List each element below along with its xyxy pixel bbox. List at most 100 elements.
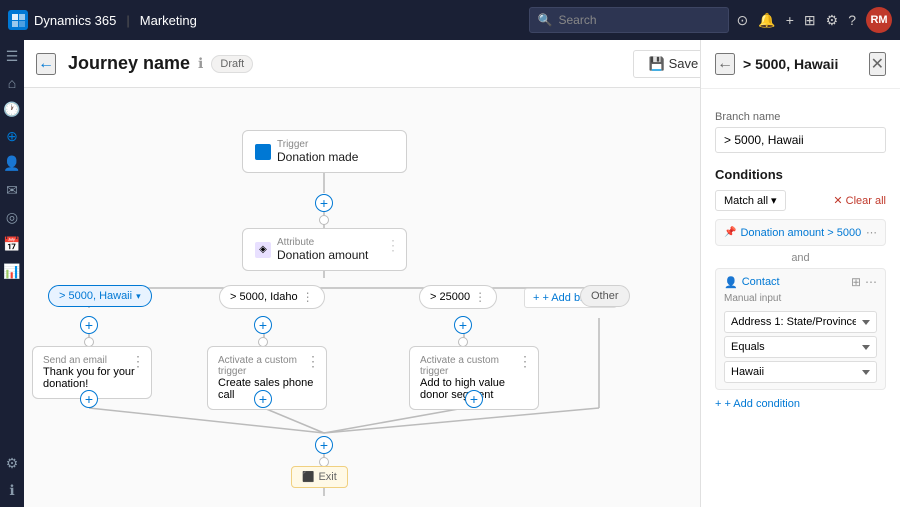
add-after-trigger[interactable]: + xyxy=(315,194,333,212)
trigger-label: Trigger xyxy=(277,139,358,150)
add-below-email[interactable]: + xyxy=(80,390,98,408)
avatar[interactable]: RM xyxy=(866,7,892,33)
info-circle-icon: ℹ xyxy=(198,55,203,72)
status-badge: Draft xyxy=(211,55,253,73)
contacts-icon[interactable]: 👤 xyxy=(3,155,20,172)
sub-cond-grid-icon[interactable]: ⊞ xyxy=(851,275,861,289)
exit-icon: ⬛ xyxy=(302,472,314,483)
branch-other[interactable]: Other xyxy=(580,285,630,307)
conditions-title: Conditions xyxy=(715,167,886,182)
action-email-more[interactable]: ⋮ xyxy=(131,353,145,370)
add-converge[interactable]: + xyxy=(315,436,333,454)
branch-idaho-more[interactable]: ⋮ xyxy=(302,290,314,304)
recent-icon[interactable]: 🕐 xyxy=(3,101,20,118)
top-nav: Dynamics 365 | Marketing 🔍 Search ⊙ 🔔 + … xyxy=(0,0,900,40)
condition-1-more[interactable]: ⋯ xyxy=(866,226,877,239)
page-title: Journey name xyxy=(68,53,190,74)
app-name: Dynamics 365 xyxy=(34,13,116,28)
action-segment-type: Activate a custom trigger xyxy=(420,355,528,377)
branch-25000[interactable]: > 25000 ⋮ xyxy=(419,285,497,309)
info-icon[interactable]: ℹ xyxy=(9,482,14,499)
settings2-icon[interactable]: ⚙ xyxy=(6,455,19,472)
trigger-title: Donation made xyxy=(277,150,358,164)
add-below-phone[interactable]: + xyxy=(254,390,272,408)
contact-icon: 👤 xyxy=(724,276,738,289)
branch-hawaii-label: > 5000, Hawaii xyxy=(59,290,132,302)
add-under-b3[interactable]: + xyxy=(454,316,472,334)
clear-icon: ✕ xyxy=(833,194,842,207)
conditions-header: Match all ▾ ✕ Clear all xyxy=(715,190,886,211)
nav-icons: ⊙ 🔔 + ⊞ ⚙ ? RM xyxy=(737,7,892,33)
add-under-b1[interactable]: + xyxy=(80,316,98,334)
branch-name-label: Branch name xyxy=(715,111,886,123)
email-icon[interactable]: ✉ xyxy=(6,182,18,199)
clear-all-button[interactable]: ✕ Clear all xyxy=(833,194,886,207)
sub-cond-title: 👤 Contact xyxy=(724,276,780,289)
plus-icon[interactable]: + xyxy=(786,12,794,28)
action-email-title: Thank you for your donation! xyxy=(43,366,141,390)
dynamics-icon xyxy=(8,10,28,30)
journey-icon[interactable]: ⊕ xyxy=(6,128,18,145)
attribute-more[interactable]: ⋮ xyxy=(386,237,400,254)
save-icon: 💾 xyxy=(648,56,664,72)
left-sidebar: ☰ ⌂ 🕐 ⊕ 👤 ✉ ◎ 📅 📊 ⚙ ℹ xyxy=(0,40,24,507)
branch-name-input[interactable] xyxy=(715,127,886,153)
action-email-type: Send an email xyxy=(43,355,141,366)
branch-hawaii[interactable]: > 5000, Hawaii ▾ xyxy=(48,285,152,307)
help-icon[interactable]: ? xyxy=(848,12,856,28)
search-bar[interactable]: 🔍 Search xyxy=(529,7,729,33)
manual-input-label: Manual input xyxy=(724,293,877,304)
search-placeholder: Search xyxy=(559,13,597,27)
state-province-select[interactable]: Address 1: State/Province xyxy=(724,311,877,333)
branch-idaho[interactable]: > 5000, Idaho ⋮ xyxy=(219,285,325,309)
match-all-button[interactable]: Match all ▾ xyxy=(715,190,786,211)
action-segment-more[interactable]: ⋮ xyxy=(518,353,532,370)
action-phone-more[interactable]: ⋮ xyxy=(306,353,320,370)
condition-pin-icon: 📌 xyxy=(724,227,736,238)
add-branch-icon: + xyxy=(533,292,539,304)
add-condition-button[interactable]: + + Add condition xyxy=(715,398,800,410)
segment-icon[interactable]: ◎ xyxy=(6,209,18,226)
equals-select[interactable]: Equals xyxy=(724,336,877,358)
trigger-icon xyxy=(255,144,271,160)
target-icon[interactable]: ⊙ xyxy=(737,12,749,29)
branch-25000-label: > 25000 xyxy=(430,291,470,303)
panel-header: ← > 5000, Hawaii ✕ xyxy=(701,40,900,89)
panel-title: > 5000, Hawaii xyxy=(743,56,838,72)
condition-1-link[interactable]: 📌 Donation amount > 5000 ⋯ xyxy=(724,226,877,239)
attribute-label: Attribute xyxy=(277,237,368,248)
exit-node: ⬛ Exit xyxy=(291,466,348,488)
analytics-icon[interactable]: 📊 xyxy=(3,263,20,280)
filter-icon[interactable]: ⊞ xyxy=(804,12,816,29)
menu-icon[interactable]: ☰ xyxy=(6,48,19,65)
back-button[interactable]: ← xyxy=(36,53,56,75)
calendar-icon[interactable]: 📅 xyxy=(3,236,20,253)
module-name: Marketing xyxy=(140,13,197,28)
bell-icon[interactable]: 🔔 xyxy=(758,12,775,29)
panel-close-button[interactable]: ✕ xyxy=(869,52,886,76)
add-condition-icon: + xyxy=(715,398,721,410)
sub-cond-more[interactable]: ⋯ xyxy=(865,275,877,289)
panel-body: Branch name Conditions Match all ▾ ✕ Cle… xyxy=(701,89,900,422)
branch-detail-panel: ← > 5000, Hawaii ✕ Branch name Condition… xyxy=(700,40,900,507)
sub-cond-header: 👤 Contact ⊞ ⋯ xyxy=(724,275,877,289)
hawaii-select[interactable]: Hawaii xyxy=(724,361,877,383)
branch-other-label: Other xyxy=(591,290,619,302)
settings-icon[interactable]: ⚙ xyxy=(826,12,839,29)
app-logo: Dynamics 365 | Marketing xyxy=(8,10,197,30)
exit-label: Exit xyxy=(318,471,336,483)
trigger-node[interactable]: Trigger Donation made xyxy=(242,130,407,173)
branch-hawaii-chevron: ▾ xyxy=(136,291,141,302)
branch-25000-more[interactable]: ⋮ xyxy=(474,290,486,304)
attribute-icon: ◈ xyxy=(255,242,271,258)
attribute-title: Donation amount xyxy=(277,248,368,262)
panel-back-button[interactable]: ← xyxy=(715,53,735,75)
attribute-node[interactable]: ◈ Attribute Donation amount ⋮ xyxy=(242,228,407,271)
home-icon[interactable]: ⌂ xyxy=(8,75,16,91)
add-under-b2[interactable]: + xyxy=(254,316,272,334)
action-phone-type: Activate a custom trigger xyxy=(218,355,316,377)
condition-1: 📌 Donation amount > 5000 ⋯ xyxy=(715,219,886,246)
and-separator: and xyxy=(715,252,886,264)
add-below-segment[interactable]: + xyxy=(465,390,483,408)
sub-condition-contact: 👤 Contact ⊞ ⋯ Manual input Address 1: St… xyxy=(715,268,886,390)
